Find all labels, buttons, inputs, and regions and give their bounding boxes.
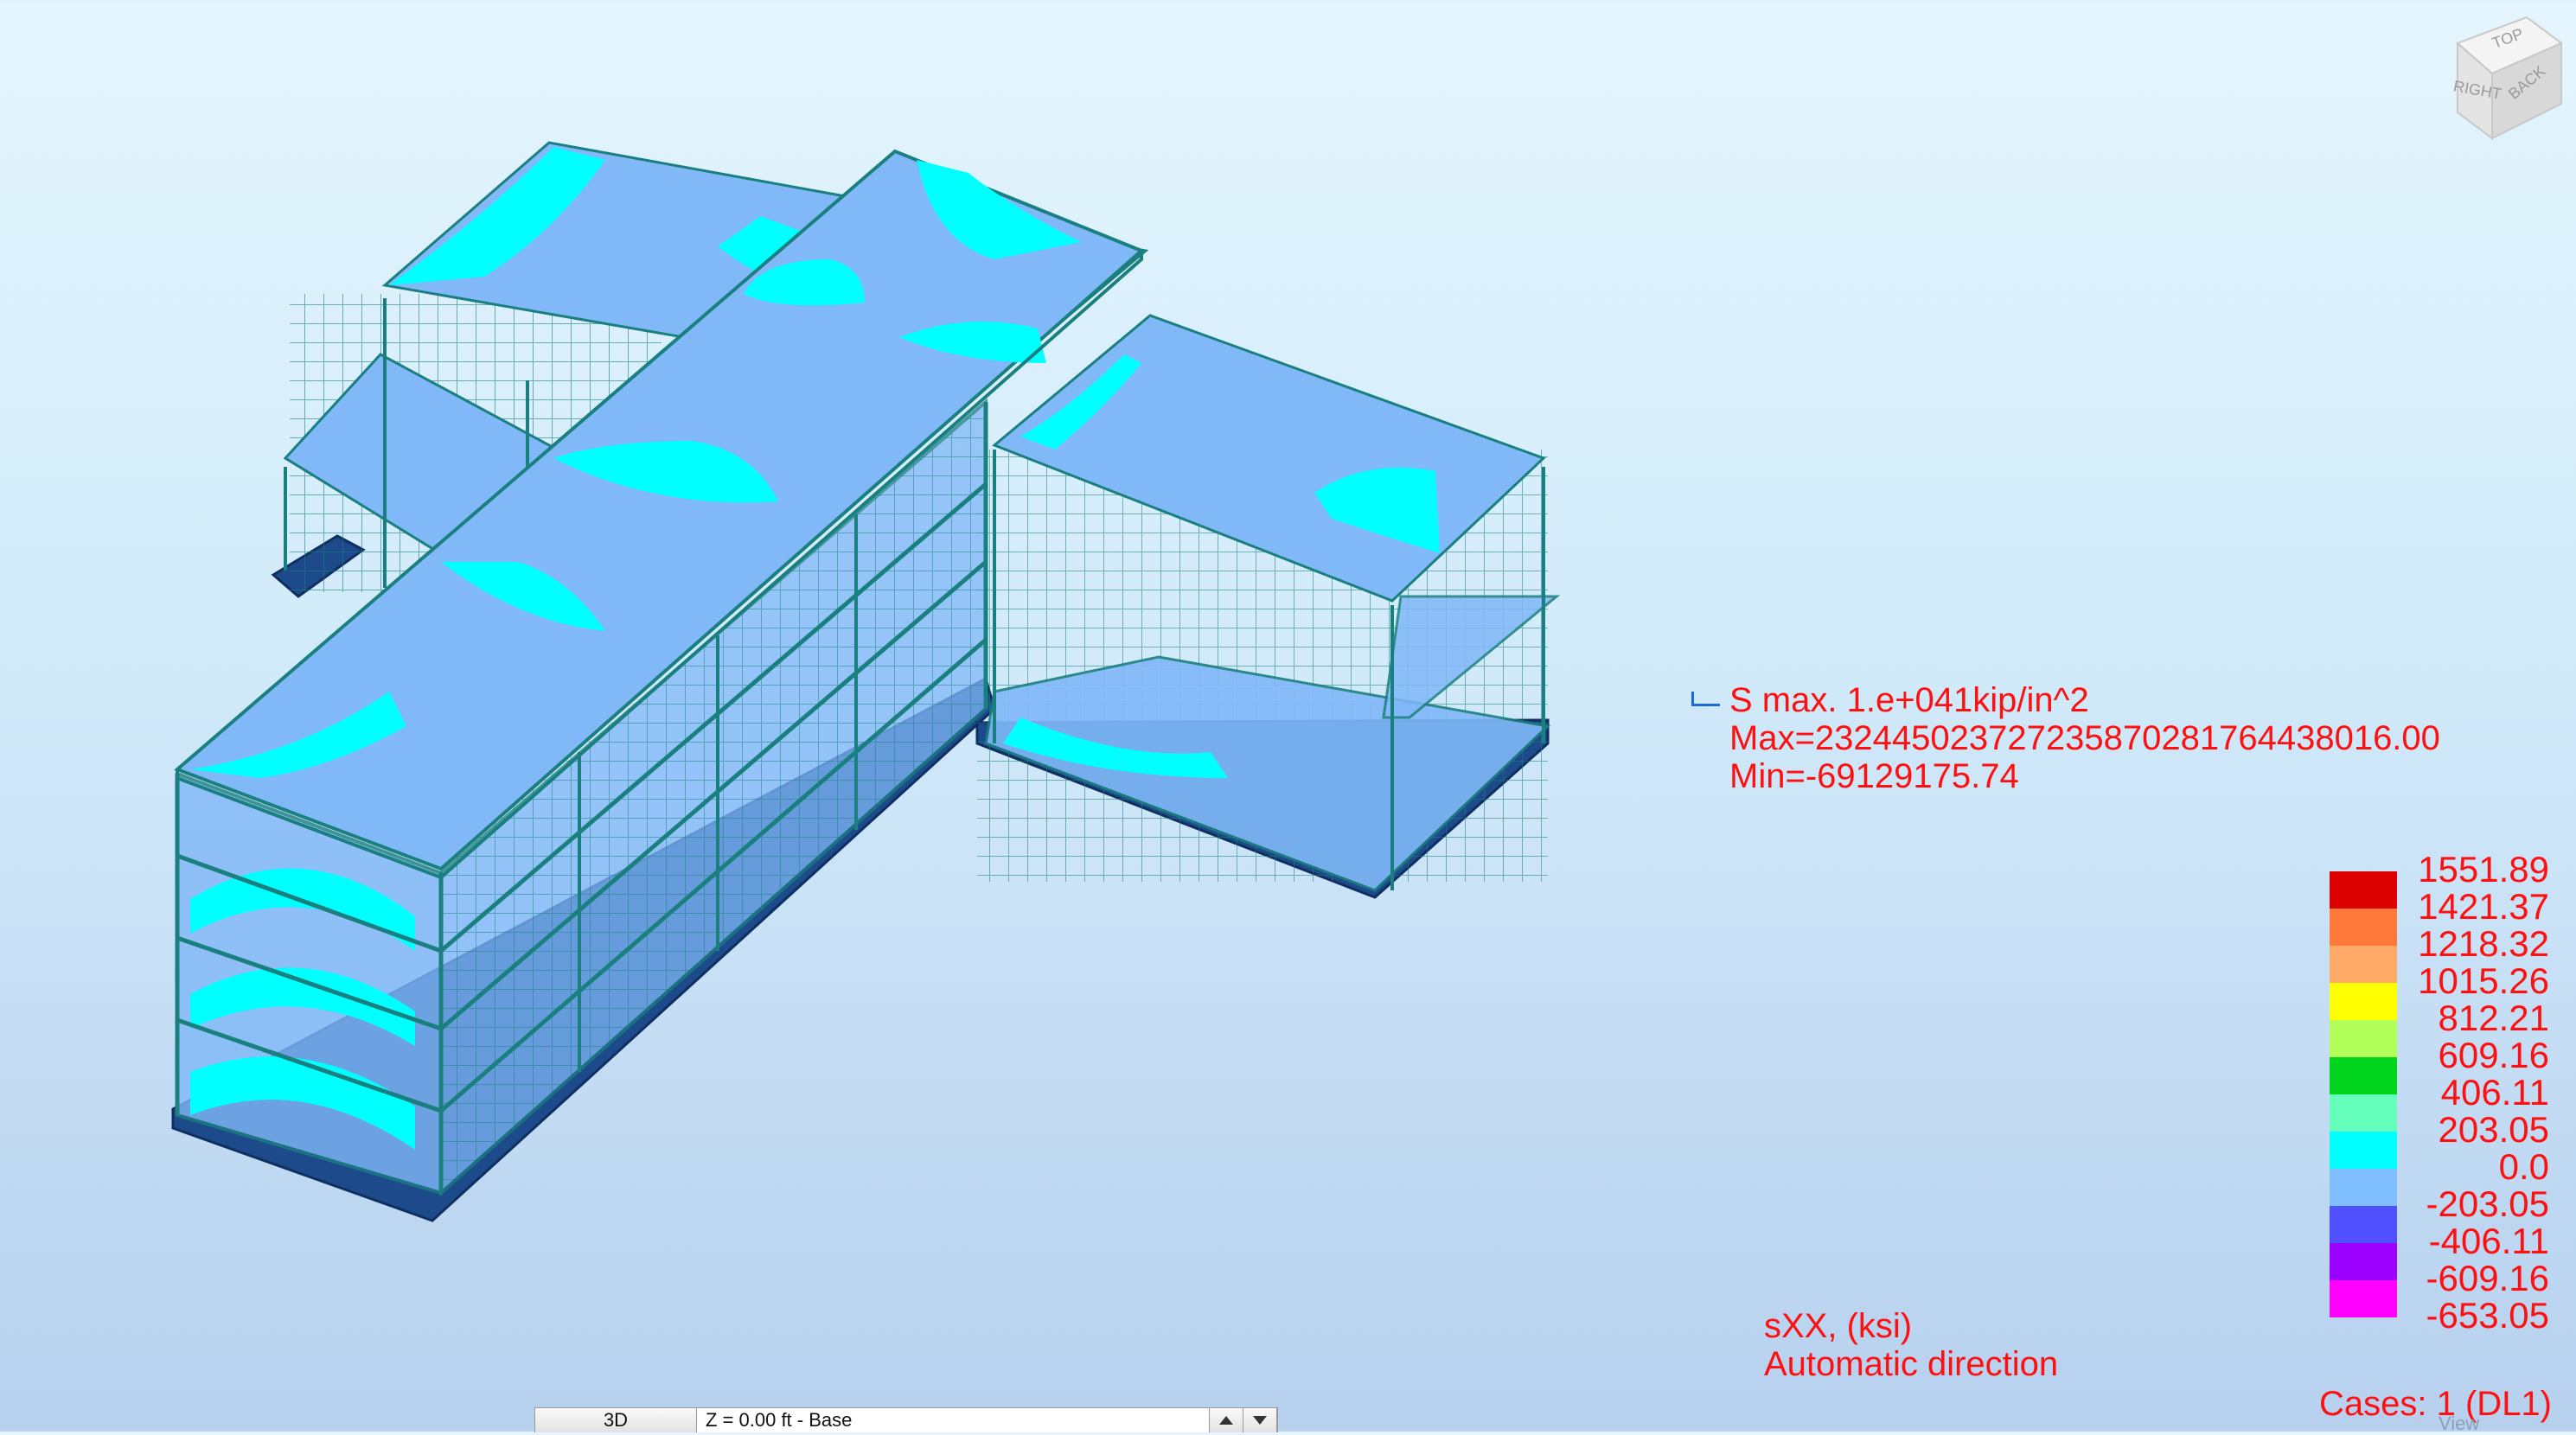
stress-min-value: Min=-69129175.74 <box>1729 757 2019 795</box>
legend-row: -203.05 <box>2330 1183 2554 1243</box>
legend-label: 1218.32 <box>2418 923 2549 964</box>
color-legend: 1551.89 1421.37 1218.32 1015.26 812.21 609.16… <box>2330 849 2554 1336</box>
legend-label: 406.11 <box>2440 1072 2549 1113</box>
load-cases-label: Cases: 1 (DL1) <box>2319 1385 2552 1423</box>
3d-viewport[interactable]: S max. 1.e+041kip/in^2 Max=2324450237272… <box>0 0 2576 1432</box>
stress-summary-marker-icon <box>1691 692 1720 706</box>
chevron-down-icon <box>1253 1416 1267 1425</box>
view-label: View <box>2439 1413 2480 1434</box>
legend-row: 812.21 <box>2330 998 2554 1057</box>
legend-label: -203.05 <box>2426 1183 2549 1224</box>
stress-max-value: Max=23244502372723587028176443801​6.00 <box>1729 719 2440 757</box>
legend-label: 1551.89 <box>2418 849 2549 890</box>
view-status-bar: 3D Z = 0.00 ft - Base <box>534 1407 1278 1432</box>
legend-label: 1421.37 <box>2418 886 2549 927</box>
legend-row: -653.05 <box>2330 1295 2554 1336</box>
legend-label: 0.0 <box>2498 1146 2549 1187</box>
legend-row: 0.0 <box>2330 1146 2554 1206</box>
plane-up-button[interactable] <box>1210 1408 1243 1432</box>
arrow-up-icon <box>1219 1416 1233 1425</box>
legend-row: -406.11 <box>2330 1221 2554 1280</box>
viewcube-icon[interactable]: TOP RIGHT BACK <box>2440 0 2570 147</box>
legend-label: -653.05 <box>2426 1295 2549 1336</box>
legend-row: 1421.37 <box>2330 886 2554 946</box>
legend-label: -609.16 <box>2426 1258 2549 1298</box>
result-component: sXX, (ksi) <box>1764 1307 1913 1345</box>
legend-label: 609.16 <box>2438 1035 2549 1075</box>
legend-row: 406.11 <box>2330 1072 2554 1132</box>
stress-summary: S max. 1.e+041kip/in^2 Max=2324450237272… <box>1691 681 2440 795</box>
legend-label: -406.11 <box>2428 1221 2549 1261</box>
legend-row: -609.16 <box>2330 1258 2554 1317</box>
legend-row: 609.16 <box>2330 1035 2554 1094</box>
right-wing <box>977 314 1561 892</box>
result-description: sXX, (ksi) Automatic direction <box>1764 1307 2058 1383</box>
view-mode-button[interactable]: 3D <box>535 1408 697 1432</box>
legend-label: 812.21 <box>2438 998 2549 1038</box>
legend-label: 1015.26 <box>2418 960 2549 1001</box>
legend-row: 203.05 <box>2330 1109 2554 1169</box>
plane-dropdown-button[interactable] <box>1243 1408 1277 1432</box>
legend-row: 1218.32 <box>2330 923 2554 983</box>
stress-max-title: S max. 1.e+041kip/in^2 <box>1729 681 2089 719</box>
legend-row: 1551.89 <box>2330 849 2554 909</box>
result-direction: Automatic direction <box>1764 1345 2059 1383</box>
legend-label: 203.05 <box>2438 1109 2549 1150</box>
legend-row: 1015.26 <box>2330 960 2554 1020</box>
work-plane-select[interactable]: Z = 0.00 ft - Base <box>697 1408 1210 1432</box>
